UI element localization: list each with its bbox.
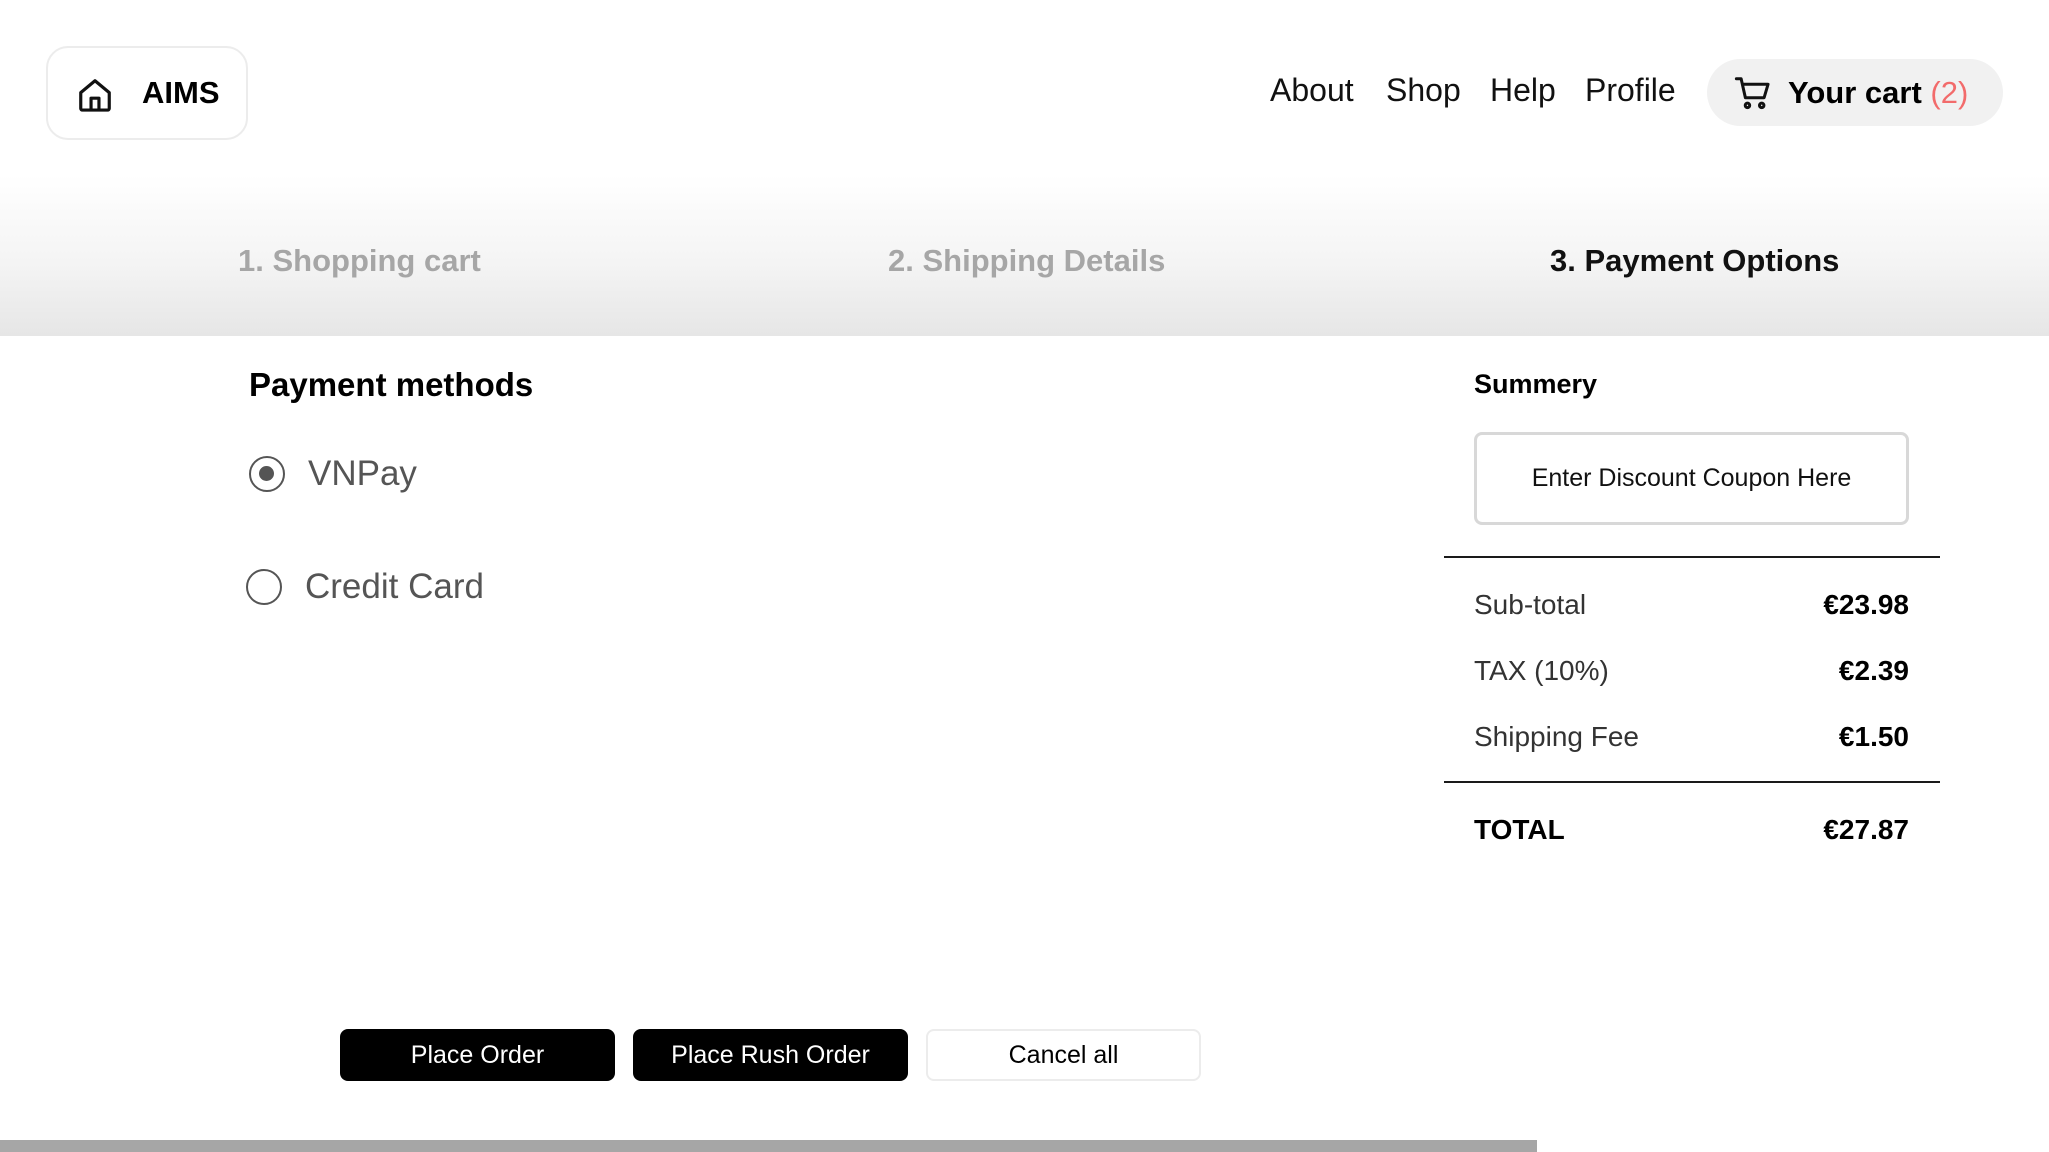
nav-shop[interactable]: Shop [1386, 72, 1461, 109]
summary-divider-top [1444, 556, 1940, 558]
brand-name: AIMS [142, 75, 220, 110]
summary-row-subtotal: Sub-total €23.98 [1474, 589, 1909, 625]
summary-title: Summery [1474, 369, 1598, 399]
radio-selected-icon[interactable] [249, 456, 285, 492]
checkout-steps: 1. Shopping cart 2. Shipping Details 3. … [0, 175, 2049, 336]
summary-row-value: €23.98 [1823, 589, 1909, 620]
summary-row-value: €2.39 [1838, 655, 1909, 686]
payment-option-label: VNPay [308, 454, 417, 493]
discount-coupon-button[interactable]: Enter Discount Coupon Here [1474, 432, 1909, 525]
cart-label-wrap: Your cart (2) [1788, 75, 1968, 111]
place-order-button[interactable]: Place Order [340, 1029, 615, 1081]
place-rush-order-button[interactable]: Place Rush Order [633, 1029, 908, 1081]
cart-button[interactable]: Your cart (2) [1707, 59, 2003, 126]
cart-icon [1734, 77, 1770, 110]
summary-row-shipping-fee: Shipping Fee €1.50 [1474, 721, 1909, 757]
home-icon [79, 79, 111, 112]
total-value: €27.87 [1823, 814, 1909, 845]
payment-methods-title: Payment methods [249, 366, 534, 403]
summary-divider-bottom [1444, 781, 1940, 783]
summary-row-label: Sub-total [1474, 589, 1587, 620]
nav-about[interactable]: About [1270, 72, 1354, 109]
scrollbar-thumb[interactable] [0, 1140, 1537, 1152]
horizontal-scrollbar[interactable] [0, 1140, 2049, 1152]
summary-row-label: TAX (10%) [1474, 655, 1609, 686]
radio-unselected-icon[interactable] [246, 569, 282, 605]
summary-row-label: Shipping Fee [1474, 721, 1640, 752]
nav-profile[interactable]: Profile [1585, 72, 1676, 109]
step-shopping-cart[interactable]: 1. Shopping cart [238, 243, 481, 279]
payment-option-label: Credit Card [305, 567, 484, 606]
cart-count-badge: (2) [1930, 75, 1969, 110]
cart-label: Your cart [1788, 75, 1922, 110]
step-shipping-details[interactable]: 2. Shipping Details [888, 243, 1165, 279]
summary-row-value: €1.50 [1838, 721, 1909, 752]
cancel-all-button[interactable]: Cancel all [926, 1029, 1201, 1081]
home-logo-button[interactable]: AIMS [46, 46, 248, 140]
nav-help[interactable]: Help [1490, 72, 1556, 109]
step-payment-options[interactable]: 3. Payment Options [1550, 243, 1839, 279]
radio-dot [259, 466, 274, 481]
total-label: TOTAL [1474, 814, 1565, 845]
summary-row-tax: TAX (10%) €2.39 [1474, 655, 1909, 691]
summary-row-total: TOTAL €27.87 [1474, 814, 1909, 850]
